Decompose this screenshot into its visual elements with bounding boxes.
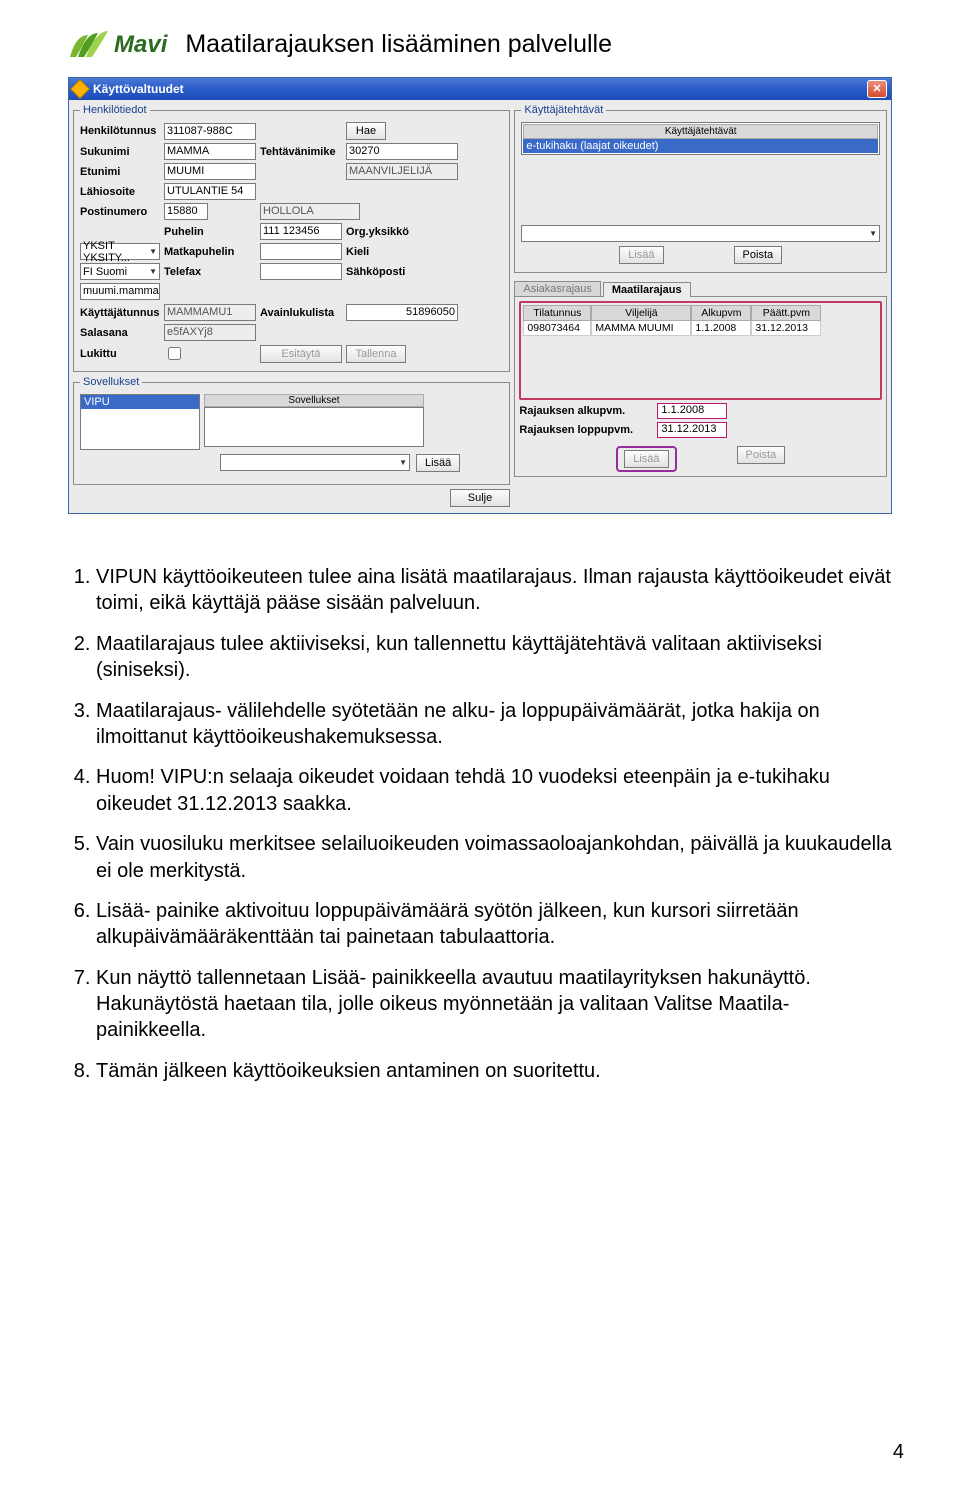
field-puhelin[interactable]: 111 123456 <box>260 223 342 240</box>
list-item: Lisää- painike aktivoituu loppupäivämäär… <box>96 898 892 951</box>
body-text: VIPUN käyttöoikeuteen tulee aina lisätä … <box>68 564 892 1084</box>
dd-orgyksikko[interactable]: YKSIT YKSITY...▼ <box>80 243 160 260</box>
lbl-tehtavanimike: Tehtävänimike <box>260 146 342 158</box>
poista-rajaus-button[interactable]: Poista <box>737 446 786 464</box>
window-title: Käyttövaltuudet <box>93 82 184 96</box>
sovellukset-list-header: Sovellukset <box>204 394 424 407</box>
mavi-logo: Mavi <box>68 31 167 59</box>
lbl-rajaus-loppu: Rajauksen loppupvm. <box>519 424 649 436</box>
field-rajaus-loppu[interactable]: 31.12.2013 <box>657 422 727 438</box>
tab-maatilarajaus[interactable]: Maatilarajaus <box>603 282 691 297</box>
chevron-down-icon: ▼ <box>869 229 877 238</box>
col-paattpvm: Päätt.pvm <box>751 305 821 321</box>
lbl-sahkoposti: Sähköposti <box>346 266 458 278</box>
col-viljelija: Viljelijä <box>591 305 691 321</box>
col-tilatunnus: Tilatunnus <box>523 305 591 321</box>
list-item[interactable]: VIPU <box>81 395 199 409</box>
field-telefax[interactable] <box>260 263 342 280</box>
henkilotiedot-legend: Henkilötiedot <box>80 104 150 116</box>
rajaus-tabs: Asiakasrajaus Maatilarajaus <box>514 281 887 296</box>
chevron-down-icon: ▼ <box>149 247 157 256</box>
list-item: VIPUN käyttöoikeuteen tulee aina lisätä … <box>96 564 892 617</box>
tallenna-button[interactable]: Tallenna <box>346 345 406 363</box>
sovellukset-list[interactable]: VIPU <box>80 394 200 450</box>
lbl-kieli: Kieli <box>346 246 458 258</box>
highlight-maatila-grid: Tilatunnus Viljelijä Alkupvm Päätt.pvm 0… <box>519 301 882 400</box>
list-item[interactable]: e-tukihaku (laajat oikeudet) <box>523 139 878 153</box>
field-salasana: e5fAXYj8 <box>164 324 256 341</box>
list-item: Huom! VIPU:n selaaja oikeudet voidaan te… <box>96 764 892 817</box>
kayttajatehtavat-list[interactable]: Käyttäjätehtävät e-tukihaku (laajat oike… <box>521 122 880 155</box>
lbl-telefax: Telefax <box>164 266 256 278</box>
page-number: 4 <box>893 1441 904 1464</box>
close-icon[interactable]: ✕ <box>867 80 887 98</box>
field-matkapuhelin[interactable] <box>260 243 342 260</box>
list-item: Maatilarajaus tulee aktiiviseksi, kun ta… <box>96 631 892 684</box>
lbl-orgyksikko: Org.yksikkö <box>346 226 458 238</box>
dd-sovellus[interactable]: ▼ <box>220 454 410 471</box>
app-window: Käyttövaltuudet ✕ Henkilötiedot Henkilöt… <box>68 77 892 514</box>
field-avainlukulista[interactable]: 51896050 <box>346 304 458 321</box>
table-row[interactable]: 098073464 MAMMA MUUMI 1.1.2008 31.12.201… <box>523 321 878 336</box>
lbl-lukittu: Lukittu <box>80 348 160 360</box>
lbl-avainlukulista: Avainlukulista <box>260 307 342 319</box>
poista-tehtava-button[interactable]: Poista <box>734 246 783 264</box>
checkbox-lukittu[interactable] <box>168 347 181 360</box>
lisaa-rajaus-button[interactable]: Lisää <box>624 450 668 468</box>
lbl-etunimi: Etunimi <box>80 166 160 178</box>
lisaa-tehtava-button[interactable]: Lisää <box>619 246 663 264</box>
field-henkilotunnus[interactable]: 311087-988C <box>164 123 256 140</box>
chevron-down-icon: ▼ <box>399 458 407 467</box>
window-icon <box>70 79 90 99</box>
list-item: Tämän jälkeen käyttöoikeuksien antaminen… <box>96 1058 892 1084</box>
tab-asiakasrajaus[interactable]: Asiakasrajaus <box>514 281 600 296</box>
sovellukset-legend: Sovellukset <box>80 376 142 388</box>
list-header: Käyttäjätehtävät <box>523 124 878 139</box>
field-tehtavanimike[interactable]: 30270 <box>346 143 458 160</box>
field-postinumero[interactable]: 15880 <box>164 203 208 220</box>
lbl-henkilotunnus: Henkilötunnus <box>80 125 160 137</box>
sovellukset-list2[interactable] <box>204 407 424 447</box>
lbl-rajaus-alku: Rajauksen alkupvm. <box>519 405 649 417</box>
chevron-down-icon: ▼ <box>149 267 157 276</box>
field-rajaus-alku[interactable]: 1.1.2008 <box>657 403 727 419</box>
highlight-lisaa-button: Lisää <box>616 446 676 472</box>
sovellukset-group: Sovellukset VIPU Sovellukset ▼ Lisää <box>73 376 510 485</box>
kayttajatehtavat-group: Käyttäjätehtävät Käyttäjätehtävät e-tuki… <box>514 104 887 273</box>
window-titlebar: Käyttövaltuudet ✕ <box>69 78 891 100</box>
hae-button[interactable]: Hae <box>346 122 386 140</box>
sulje-button[interactable]: Sulje <box>450 489 510 507</box>
dd-kayttajatehtava[interactable]: ▼ <box>521 225 880 242</box>
lbl-puhelin: Puhelin <box>164 226 256 238</box>
lbl-salasana: Salasana <box>80 327 160 339</box>
list-item: Kun näyttö tallennetaan Lisää- painikkee… <box>96 965 892 1044</box>
field-tehtavanimike2: MAANVILJELIJÄ <box>346 163 458 180</box>
col-alkupvm: Alkupvm <box>691 305 751 321</box>
field-lahiosoite[interactable]: UTULANTIE 54 <box>164 183 256 200</box>
lisaa-sovellus-button[interactable]: Lisää <box>416 454 460 472</box>
maatilarajaus-panel: Tilatunnus Viljelijä Alkupvm Päätt.pvm 0… <box>514 296 887 477</box>
logo-text: Mavi <box>114 31 167 59</box>
field-postitoimipaikka: HOLLOLA <box>260 203 360 220</box>
lbl-sukunimi: Sukunimi <box>80 146 160 158</box>
slide-header: Mavi Maatilarajauksen lisääminen palvelu… <box>68 30 892 59</box>
lbl-postinumero: Postinumero <box>80 206 160 218</box>
list-item: Vain vuosiluku merkitsee selailuoikeuden… <box>96 831 892 884</box>
dd-kieli[interactable]: FI Suomi▼ <box>80 263 160 280</box>
lbl-matkapuhelin: Matkapuhelin <box>164 246 256 258</box>
esitayta-button[interactable]: Esitäytä <box>260 345 342 363</box>
kayttajatehtavat-legend: Käyttäjätehtävät <box>521 104 606 116</box>
list-item: Maatilarajaus- välilehdelle syötetään ne… <box>96 698 892 751</box>
henkilotiedot-group: Henkilötiedot Henkilötunnus 311087-988C … <box>73 104 510 372</box>
field-etunimi[interactable]: MUUMI <box>164 163 256 180</box>
field-sahkoposti[interactable]: muumi.mamma@ho <box>80 283 160 300</box>
mavi-leaf-icon <box>68 31 108 59</box>
lbl-kayttajatunnus: Käyttäjätunnus <box>80 307 160 319</box>
field-sukunimi[interactable]: MAMMA <box>164 143 256 160</box>
lbl-lahiosoite: Lähiosoite <box>80 186 160 198</box>
field-kayttajatunnus: MAMMAMU1 <box>164 304 256 321</box>
slide-title: Maatilarajauksen lisääminen palvelulle <box>185 30 612 59</box>
